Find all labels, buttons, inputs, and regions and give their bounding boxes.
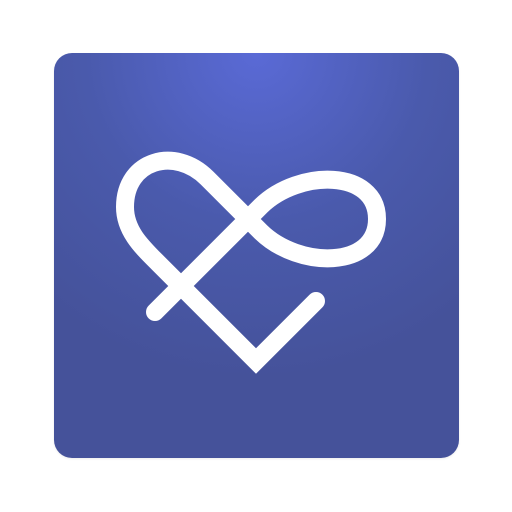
app-icon[interactable]: [54, 53, 459, 458]
heart-infinity-stroke: [115, 151, 387, 374]
heart-infinity-logo-icon: [115, 151, 387, 374]
screen: [0, 0, 512, 512]
